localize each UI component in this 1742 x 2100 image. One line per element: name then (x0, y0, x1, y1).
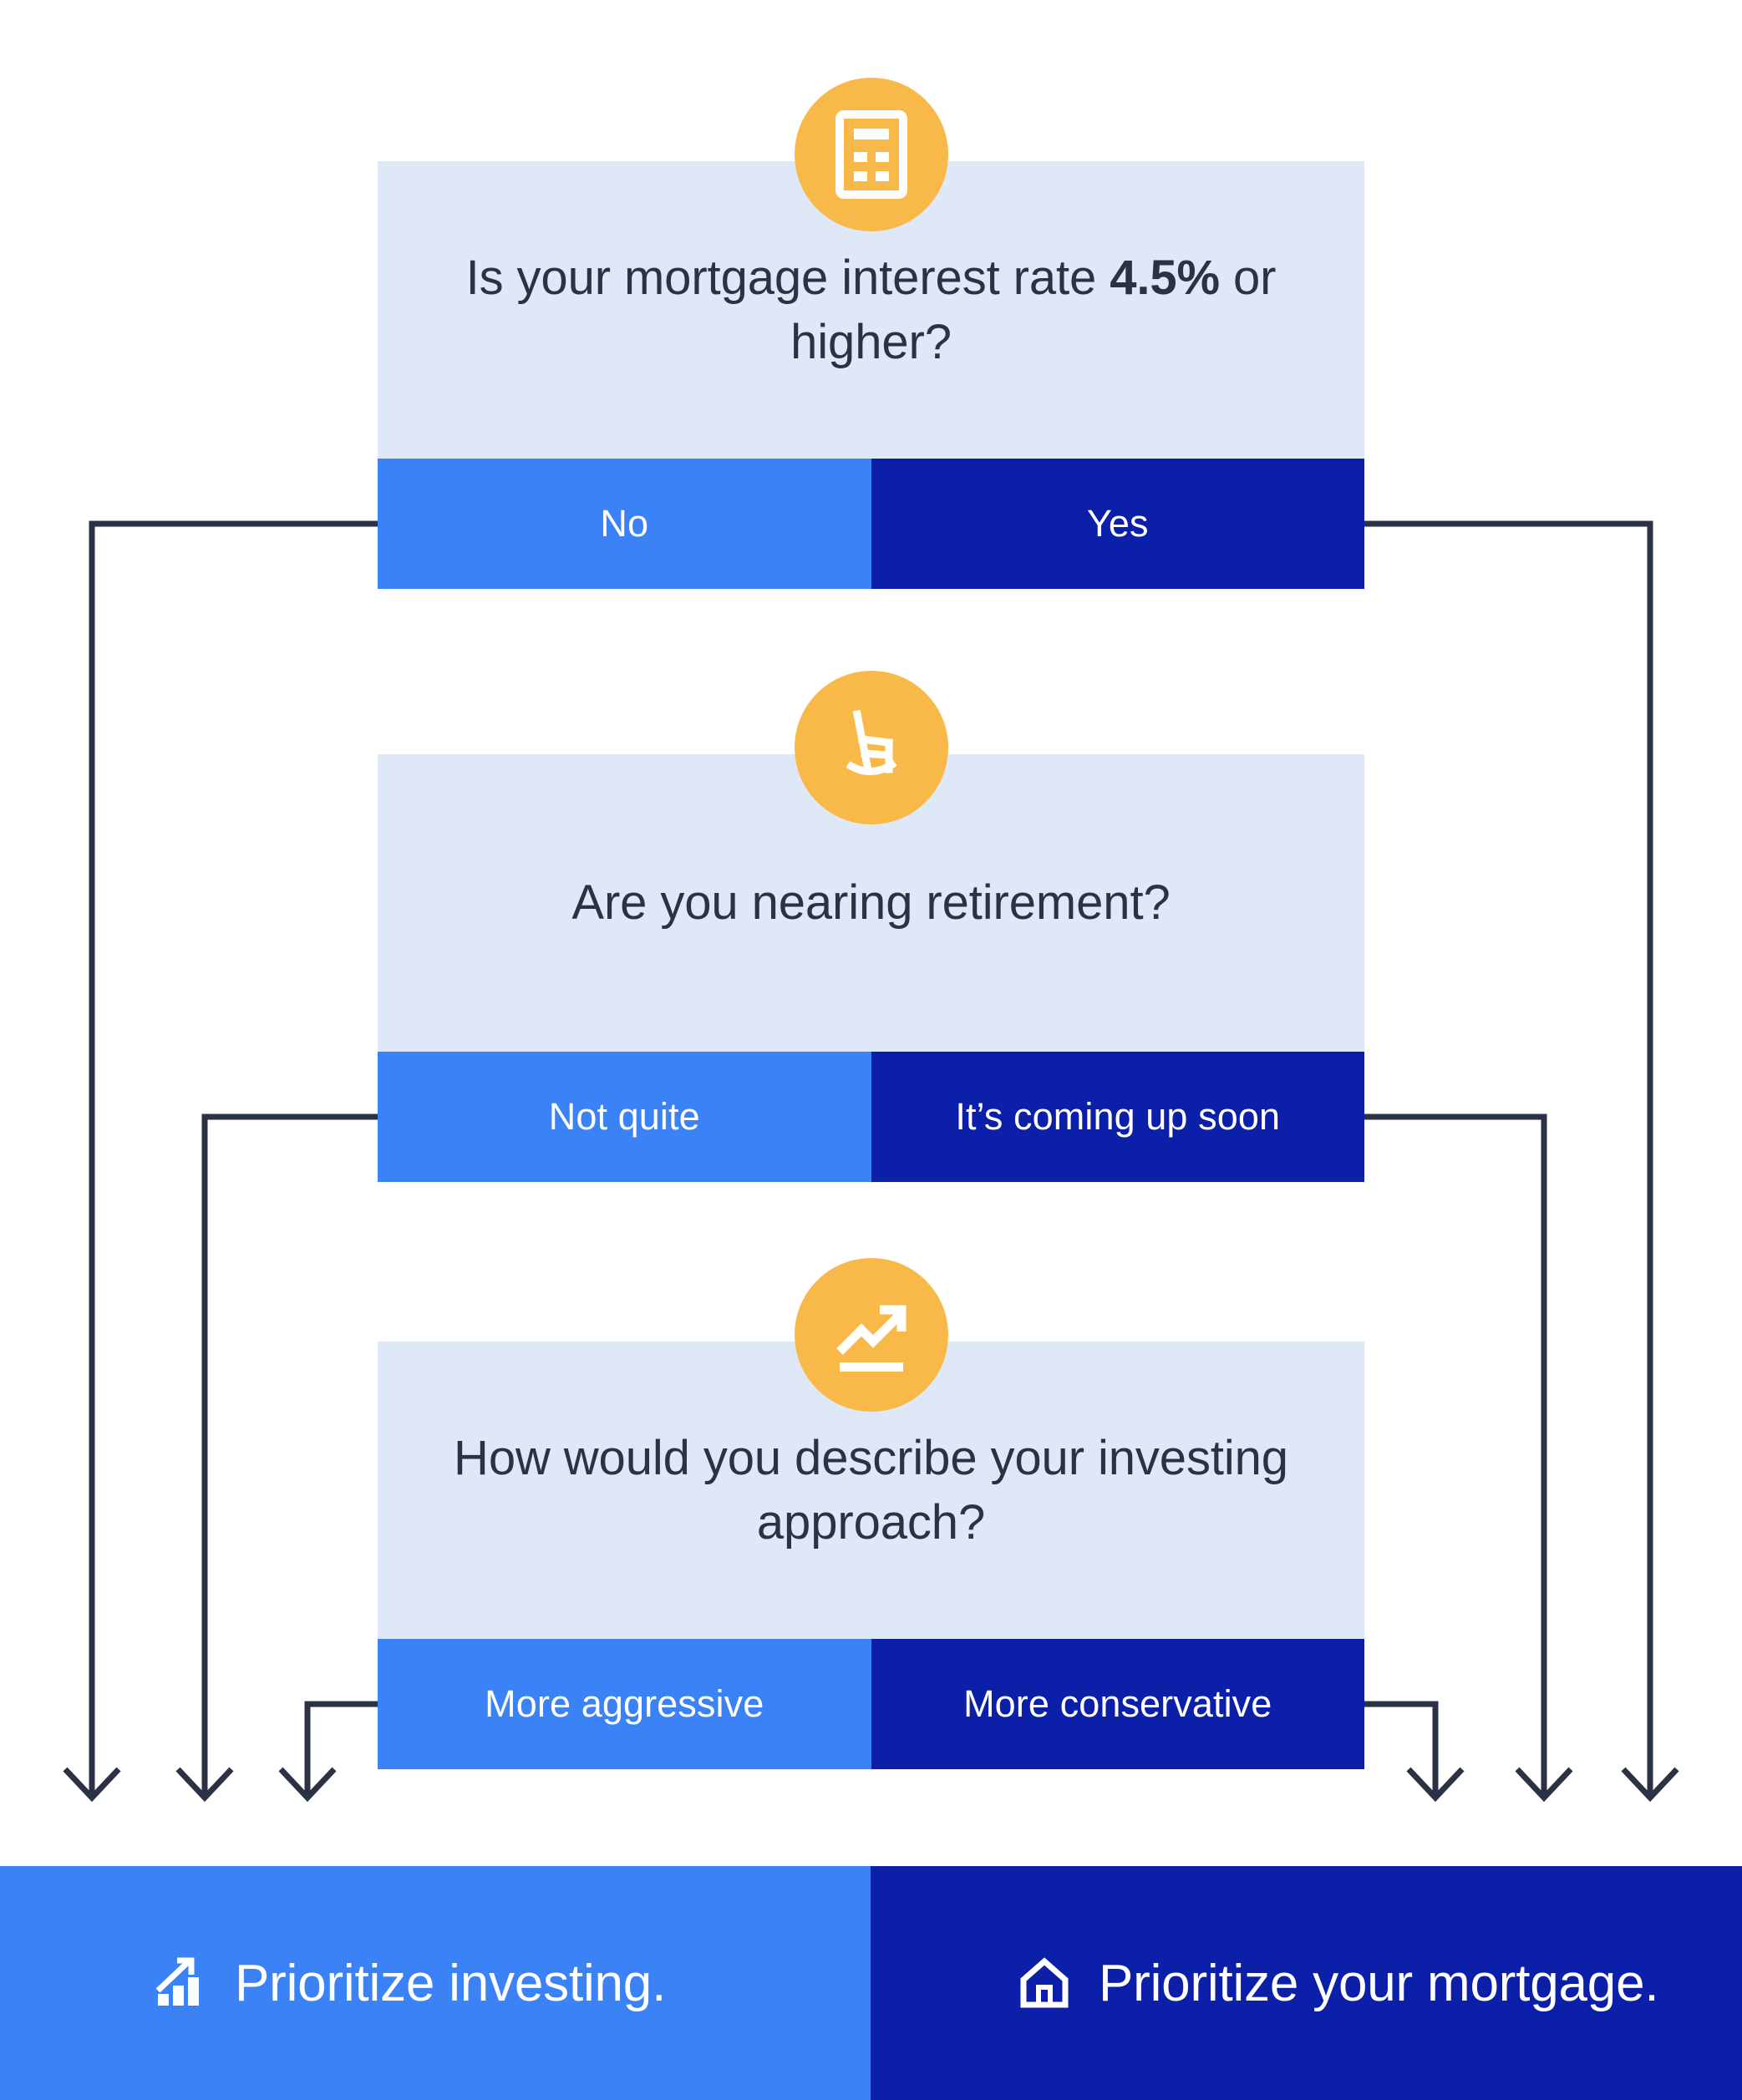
result-left-label: Prioritize investing. (235, 1954, 667, 2012)
arrowhead-left-3 (278, 1767, 337, 1803)
question-text-1-emphasis: 4.5% (1110, 250, 1220, 305)
question-text-3: How would you describe your investing ap… (454, 1430, 1288, 1550)
result-right-label: Prioritize your mortgage. (1099, 1954, 1659, 2012)
answer-button-3-left[interactable]: More aggressive (378, 1639, 871, 1769)
arrowhead-right-3 (1621, 1767, 1679, 1803)
answers-row-1: No Yes (378, 459, 1364, 589)
result-prioritize-mortgage[interactable]: Prioritize your mortgage. (871, 1866, 1742, 2100)
result-prioritize-investing[interactable]: Prioritize investing. (0, 1866, 871, 2100)
home-icon (1018, 1957, 1070, 2009)
calculator-icon-badge (794, 78, 948, 231)
edge-step1-yes (1364, 520, 1653, 1796)
rocking-chair-icon (830, 706, 913, 789)
edge-step1-no (89, 520, 378, 1796)
flowchart-canvas: Is your mortgage interest rate 4.5% or h… (0, 0, 1742, 2100)
answer-button-2-left[interactable]: Not quite (378, 1052, 871, 1182)
answer-button-1-right[interactable]: Yes (871, 459, 1364, 589)
arrowhead-left-1 (63, 1767, 121, 1803)
edge-step2-not-quite (201, 1113, 378, 1796)
answer-button-1-left[interactable]: No (378, 459, 871, 589)
edge-step3-conservative (1364, 1701, 1439, 1796)
trending-up-icon-badge (794, 1258, 948, 1412)
rocking-chair-icon-badge (794, 671, 948, 824)
answers-row-2: Not quite It’s coming up soon (378, 1052, 1364, 1182)
question-card-3: How would you describe your investing ap… (378, 1258, 1364, 1769)
question-text-1-prefix: Is your mortgage interest rate (465, 250, 1110, 305)
bar-chart-growth-icon (155, 1957, 206, 2009)
answer-button-2-right[interactable]: It’s coming up soon (871, 1052, 1364, 1182)
question-card-1: Is your mortgage interest rate 4.5% or h… (378, 78, 1364, 589)
calculator-icon (835, 110, 907, 199)
arrowhead-right-1 (1406, 1767, 1465, 1803)
arrowhead-right-2 (1515, 1767, 1573, 1803)
result-left-content: Prioritize investing. (155, 1954, 666, 2013)
question-card-2: Are you nearing retirement? Not quite It… (378, 671, 1364, 1182)
edge-step2-coming-soon (1364, 1113, 1547, 1796)
question-text-2: Are you nearing retirement? (571, 875, 1171, 931)
answer-button-3-right[interactable]: More conservative (871, 1639, 1364, 1769)
edge-step3-aggressive (304, 1701, 378, 1796)
result-right-content: Prioritize your mortgage. (1018, 1954, 1659, 2013)
answers-row-3: More aggressive More conservative (378, 1639, 1364, 1769)
trending-up-icon (828, 1291, 915, 1378)
result-bars: Prioritize investing. Prioritize your mo… (0, 1866, 1742, 2100)
question-text-1: Is your mortgage interest rate 4.5% or h… (378, 246, 1364, 374)
arrowhead-left-2 (175, 1767, 234, 1803)
